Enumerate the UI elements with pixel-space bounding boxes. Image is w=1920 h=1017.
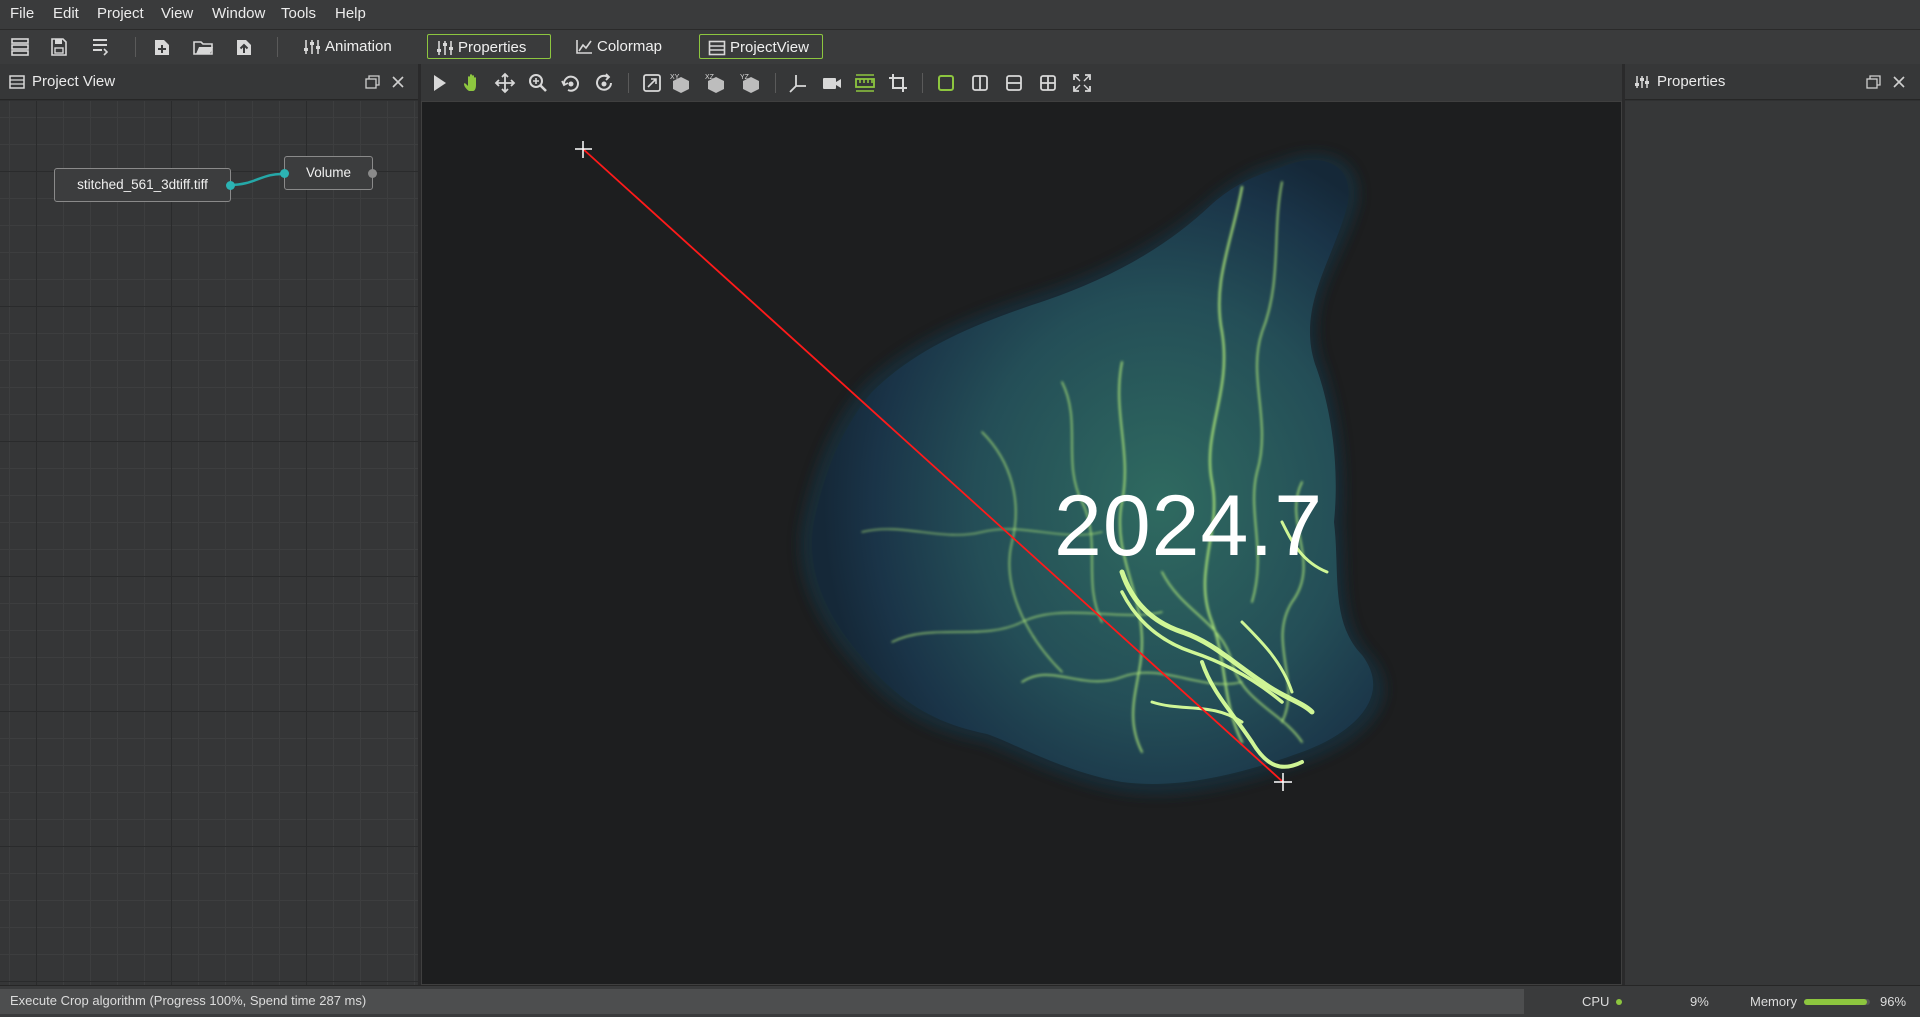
layout-vertical-split-icon[interactable] — [969, 72, 991, 94]
chart-icon — [575, 39, 593, 55]
properties-panel-body — [1625, 101, 1920, 985]
sliders-icon — [303, 39, 321, 55]
menu-edit[interactable]: Edit — [53, 5, 79, 22]
output-port[interactable] — [368, 169, 377, 178]
menu-window[interactable]: Window — [212, 5, 265, 22]
menu-project[interactable]: Project — [97, 5, 144, 22]
properties-title: Properties — [1657, 73, 1726, 90]
menu-help[interactable]: Help — [335, 5, 366, 22]
tab-properties[interactable]: Properties — [427, 34, 551, 59]
svg-text:XZ: XZ — [705, 74, 715, 81]
sliders-icon — [436, 40, 454, 56]
volume-node-label: Volume — [305, 165, 352, 180]
axes-icon[interactable] — [787, 72, 809, 94]
server-icon[interactable] — [9, 36, 31, 58]
cpu-label: CPU — [1582, 994, 1610, 1009]
status-bar: Execute Crop algorithm (Progress 100%, S… — [0, 985, 1920, 1017]
crop-icon[interactable] — [887, 72, 909, 94]
toolbar-separator — [628, 73, 629, 93]
view-yz-icon[interactable]: YZ — [740, 72, 762, 94]
svg-text:YZ: YZ — [740, 74, 750, 81]
rotate-icon[interactable] — [560, 72, 582, 94]
volume-render — [575, 141, 1385, 795]
open-folder-icon[interactable] — [192, 36, 214, 58]
memory-label: Memory — [1750, 994, 1797, 1009]
fullscreen-icon[interactable] — [1071, 72, 1093, 94]
reset-view-icon[interactable] — [641, 72, 663, 94]
view-xy-icon[interactable]: XY — [670, 72, 692, 94]
menu-view[interactable]: View — [161, 5, 193, 22]
tab-colormap-label: Colormap — [597, 38, 663, 55]
memory-value: 96% — [1880, 994, 1907, 1009]
select-arrow-icon[interactable] — [428, 72, 450, 94]
tab-projectview[interactable]: ProjectView — [699, 34, 823, 59]
roll-icon[interactable] — [593, 72, 615, 94]
project-graph-canvas[interactable]: stitched_561_3dtiff.tiff Volume — [0, 101, 418, 985]
input-port[interactable] — [280, 169, 289, 178]
year-overlay-label: 2024.7 — [1054, 478, 1324, 574]
status-message: Execute Crop algorithm (Progress 100%, S… — [10, 993, 367, 1008]
toolbar-separator — [922, 73, 923, 93]
tab-colormap[interactable]: Colormap — [567, 34, 685, 59]
pan-hand-icon[interactable] — [461, 72, 483, 94]
tab-projectview-label: ProjectView — [730, 39, 809, 56]
tab-animation-label: Animation — [325, 38, 392, 55]
toolbar-separator — [277, 37, 278, 57]
menu-file[interactable]: File — [10, 5, 34, 22]
close-icon[interactable] — [391, 75, 405, 89]
tab-animation[interactable]: Animation — [295, 34, 413, 59]
toolbar-separator — [775, 73, 776, 93]
save-icon[interactable] — [48, 36, 70, 58]
float-panel-icon[interactable] — [365, 75, 381, 89]
new-file-icon[interactable] — [151, 36, 173, 58]
camera-icon[interactable] — [821, 72, 843, 94]
layout-quad-icon[interactable] — [1037, 72, 1059, 94]
node-connection — [229, 172, 285, 187]
source-file-node-label: stitched_561_3dtiff.tiff — [77, 177, 208, 192]
sliders-icon — [1634, 75, 1650, 89]
volume-node[interactable]: Volume — [284, 156, 373, 190]
toolbar-separator — [135, 37, 136, 57]
viewer-toolbar: XY XZ YZ — [421, 64, 1623, 102]
layout-horizontal-split-icon[interactable] — [1003, 72, 1025, 94]
list-icon — [9, 75, 25, 89]
move-icon[interactable] — [494, 72, 516, 94]
output-port[interactable] — [226, 181, 235, 190]
cpu-indicator — [1616, 999, 1622, 1005]
save-all-icon[interactable] — [89, 36, 111, 58]
project-view-title: Project View — [32, 73, 116, 90]
source-file-node[interactable]: stitched_561_3dtiff.tiff — [54, 168, 231, 202]
ruler-icon[interactable] — [854, 72, 876, 94]
export-icon[interactable] — [233, 36, 255, 58]
cpu-value: 9% — [1690, 994, 1709, 1009]
svg-text:XY: XY — [670, 74, 680, 81]
status-message-box: Execute Crop algorithm (Progress 100%, S… — [0, 989, 1524, 1014]
memory-meter — [1804, 999, 1870, 1005]
memory-meter-fill — [1804, 999, 1868, 1005]
menu-tools[interactable]: Tools — [281, 5, 316, 22]
menu-bar: File Edit Project View Window Tools Help — [0, 0, 1920, 30]
list-icon — [708, 40, 726, 56]
close-icon[interactable] — [1892, 75, 1906, 89]
volume-viewport[interactable]: 2024.7 — [421, 101, 1622, 985]
project-view-header: Project View — [0, 64, 418, 100]
layout-single-icon[interactable] — [935, 72, 957, 94]
tab-properties-label: Properties — [458, 39, 527, 56]
zoom-icon[interactable] — [527, 72, 549, 94]
main-toolbar: Animation Properties Colormap ProjectVie… — [0, 30, 1920, 65]
view-xz-icon[interactable]: XZ — [705, 72, 727, 94]
properties-header: Properties — [1625, 64, 1920, 100]
float-panel-icon[interactable] — [1866, 75, 1882, 89]
